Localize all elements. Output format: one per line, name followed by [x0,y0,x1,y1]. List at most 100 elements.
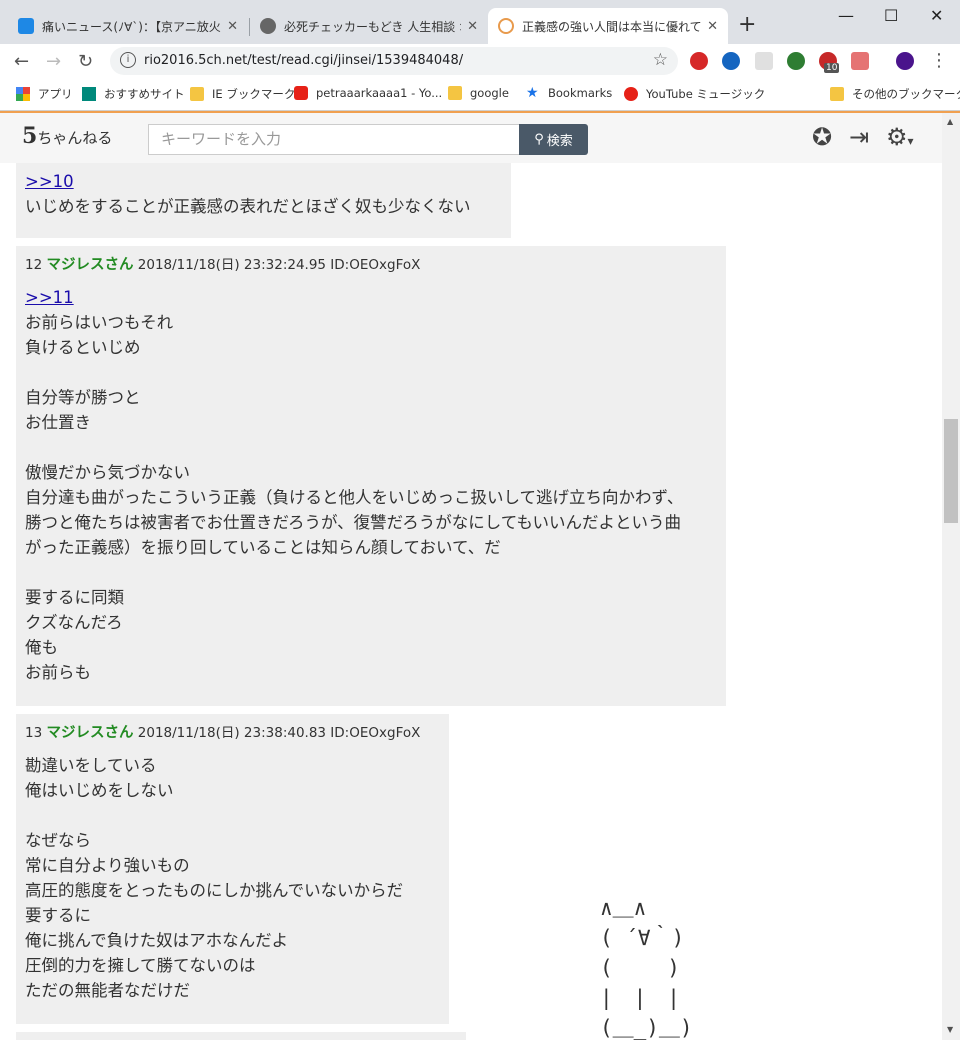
bookmark-google[interactable]: google [448,86,509,100]
post-line [25,560,717,585]
profile-avatar[interactable] [896,52,914,70]
post-header: 13 マジレスさん 2018/11/18(日) 23:38:40.83 ID:O… [25,724,440,742]
extension-recycle-icon[interactable] [787,52,805,70]
post-line: 俺に挑んで負けた奴はアホなんだよ [25,931,289,950]
post-number[interactable]: 13 [25,725,42,741]
post-13: 13 マジレスさん 2018/11/18(日) 23:38:40.83 ID:O… [16,714,449,1024]
post-meta: 2018/11/18(日) 23:38:40.83 ID:OEOxgFoX [137,725,421,741]
bookmarks-bar: アプリ おすすめサイト IE ブックマーク petraaarkaaaa1 - Y… [0,80,960,111]
post-line: お仕置き [25,413,91,432]
post-line: 勘違いをしている [25,756,157,775]
poster-name: マジレスさん [46,257,134,273]
post-line: がった正義感）を振り回していることは知らん顔しておいて、だ [25,538,501,557]
post-line: 要するに同類 [25,588,124,607]
post-header: 12 マジレスさん 2018/11/18(日) 23:32:24.95 ID:O… [25,256,717,274]
address-bar[interactable]: i rio2016.5ch.net/test/read.cgi/jinsei/1… [110,47,678,75]
post-line: 傲慢だから気づかない [25,463,190,482]
folder-icon [448,86,462,100]
bookmark-osusume[interactable]: おすすめサイト [82,86,185,102]
scroll-up-icon[interactable]: ▲ [947,117,953,126]
poster-name: マジレスさん [46,725,134,741]
back-arrow-icon[interactable]: ← [14,51,29,72]
post-line: 要するに [25,906,91,925]
thread-content: >>10 いじめをすることが正義感の表れだとほざく奴も少なくない 12 マジレス… [0,163,942,1040]
post-line: 俺はいじめをしない [25,781,174,800]
keyword-search-input[interactable] [148,124,520,155]
scroll-down-icon[interactable]: ▼ [947,1025,953,1034]
post-14-top [16,1032,466,1040]
extension-museum-icon[interactable] [722,52,740,70]
youtube-music-icon [624,87,638,101]
scrollbar-thumb[interactable] [944,419,958,523]
bookmark-youtube-music[interactable]: YouTube ミュージック [624,86,765,102]
folder-icon [830,87,844,101]
close-tab-icon[interactable]: ✕ [707,19,718,34]
bookmark-label: その他のブックマーク [852,87,960,101]
site-info-icon[interactable]: i [120,52,136,68]
news-favicon-icon [18,18,34,34]
maximize-icon[interactable]: ☐ [884,6,898,25]
bookmark-label: petraaarkaaaa1 - Yo... [316,86,443,100]
bookmark-other[interactable]: その他のブックマーク [830,86,960,102]
ascii-art-cat: ∧＿∧ ( ´∀｀) ( ) | | | (＿_)＿) [600,896,693,1040]
bookmark-label: アプリ [38,87,73,101]
extension-pdf-icon[interactable] [851,52,869,70]
folder-icon [190,87,204,101]
bookmark-bookmarks[interactable]: ★ Bookmarks [526,86,612,100]
post-line [25,435,717,460]
post-number[interactable]: 12 [25,257,42,273]
bookmark-label: IE ブックマーク [212,87,296,101]
page-scrollbar[interactable]: ▲ ▼ [942,113,960,1040]
badge-award-icon[interactable]: ✪ [812,123,832,151]
bookmark-youtube-channel[interactable]: petraaarkaaaa1 - Yo... [294,86,442,100]
post-line: 圧倒的力を擁して勝てないのは [25,956,256,975]
star-icon: ★ [526,85,539,101]
tab-title: 痛いニュース(ﾉ∀`)：【京アニ放火】 着 [42,19,222,34]
bookmark-star-icon[interactable]: ☆ [653,50,668,70]
post-line: なぜなら [25,831,91,850]
search-button[interactable]: ⚲ 検索 [519,124,588,155]
forward-arrow-icon[interactable]: → [46,51,61,72]
tab-current[interactable]: 正義感の強い人間は本当に優れてい ✕ [488,8,728,44]
tab-itai-news[interactable]: 痛いニュース(ﾉ∀`)：【京アニ放火】 着 ✕ [8,8,248,44]
bookmark-label: YouTube ミュージック [646,87,766,101]
new-tab-button[interactable]: + [738,12,756,37]
post-line: お前らはいつもそれ [25,313,174,332]
site-header: 5ちゃんねる ⚲検索 ✪ ⇥ ⚙▾ [0,113,942,163]
post-line: 高圧的態度をとったものにしか挑んでいないからだ [25,881,404,900]
url-text: rio2016.5ch.net/test/read.cgi/jinsei/153… [144,53,464,68]
youtube-icon [294,86,308,100]
post-11-tail: >>10 いじめをすることが正義感の表れだとほざく奴も少なくない [16,163,511,238]
bookmark-label: Bookmarks [548,86,613,100]
browser-menu-icon[interactable]: ⋮ [930,50,948,71]
post-12: 12 マジレスさん 2018/11/18(日) 23:32:24.95 ID:O… [16,246,726,706]
close-tab-icon[interactable]: ✕ [227,19,238,34]
extension-red-icon[interactable] [690,52,708,70]
reply-anchor-link[interactable]: >>10 [25,169,502,194]
close-window-icon[interactable]: ✕ [930,6,943,25]
tab-strip: 痛いニュース(ﾉ∀`)：【京アニ放火】 着 ✕ 必死チェッカーもどき 人生相談 … [0,0,960,44]
bookmark-ie[interactable]: IE ブックマーク [190,86,295,102]
tab-hisshi-checker[interactable]: 必死チェッカーもどき 人生相談 > 201 ✕ [250,8,488,44]
post-meta: 2018/11/18(日) 23:32:24.95 ID:OEOxgFoX [137,257,421,273]
site-logo[interactable]: 5ちゃんねる [22,123,112,149]
close-tab-icon[interactable]: ✕ [467,19,478,34]
bookmark-label: おすすめサイト [104,87,185,101]
post-line: 常に自分より強いもの [25,856,190,875]
apps-grid-icon [16,87,30,101]
post-line: ただの無能者なだけだ [25,981,190,1000]
settings-gear-icon[interactable]: ⚙▾ [886,123,914,151]
reply-anchor-link[interactable]: >>11 [25,285,717,310]
magnifier-icon: ⚲ [534,132,544,147]
post-line [25,360,717,385]
post-line [25,803,440,828]
bing-icon [82,87,96,101]
login-icon[interactable]: ⇥ [849,123,869,151]
5ch-favicon-icon [498,18,514,34]
bookmark-apps[interactable]: アプリ [16,86,73,102]
extension-shield-icon[interactable] [755,52,773,70]
search-button-label: 検索 [546,134,573,149]
post-line: お前らも [25,663,91,682]
reload-icon[interactable]: ↻ [78,51,93,72]
minimize-icon[interactable]: — [838,6,854,25]
